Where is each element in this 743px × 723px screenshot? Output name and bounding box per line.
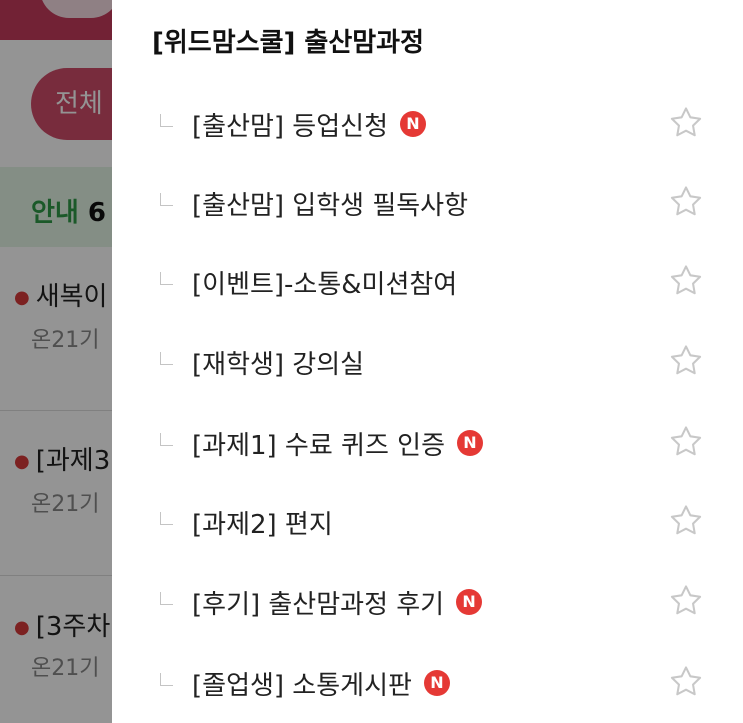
tree-branch-icon (160, 673, 173, 686)
board-label: [졸업생] 소통게시판 (192, 670, 412, 701)
favorite-star-icon[interactable] (667, 582, 705, 620)
board-menu-item[interactable]: [출산맘] 등업신청 N (112, 84, 743, 164)
board-menu-item[interactable]: [과제2] 편지 (112, 482, 743, 562)
board-menu-item[interactable]: [후기] 출산맘과정 후기 N (112, 562, 743, 642)
favorite-star-icon[interactable] (667, 423, 705, 461)
tree-branch-icon (160, 512, 173, 525)
favorite-star-icon[interactable] (667, 104, 705, 142)
tree-branch-icon (160, 114, 173, 127)
tree-branch-icon (160, 352, 173, 365)
favorite-star-icon[interactable] (667, 342, 705, 380)
board-label-wrap: [재학생] 강의실 (192, 344, 364, 380)
board-menu-item[interactable]: [재학생] 강의실 (112, 322, 743, 402)
side-drawer: [위드맘스쿨] 출산맘과정 [출산맘] 등업신청 N [출산맘] 입학생 필독사항 [… (112, 0, 743, 723)
favorite-star-icon[interactable] (667, 663, 705, 701)
board-label-wrap: [후기] 출산맘과정 후기 N (192, 584, 483, 620)
board-label-wrap: [출산맘] 등업신청 N (192, 106, 426, 142)
board-label-wrap: [졸업생] 소통게시판 N (192, 665, 450, 701)
tree-branch-icon (160, 193, 173, 206)
board-label: [출산맘] 입학생 필독사항 (192, 190, 469, 221)
board-label-wrap: [이벤트]-소통&미션참여 (192, 264, 457, 300)
board-menu-item[interactable]: [졸업생] 소통게시판 N (112, 643, 743, 723)
board-label: [재학생] 강의실 (192, 349, 365, 380)
favorite-star-icon[interactable] (667, 502, 705, 540)
new-badge-icon: N (423, 670, 450, 696)
new-badge-icon: N (456, 589, 483, 615)
board-menu-item[interactable]: [과제1] 수료 퀴즈 인증 N (112, 403, 743, 483)
new-badge-icon: N (400, 111, 426, 137)
favorite-star-icon[interactable] (667, 183, 705, 221)
tree-branch-icon (160, 272, 173, 285)
board-label-wrap: [과제1] 수료 퀴즈 인증 N (192, 425, 483, 461)
favorite-star-icon[interactable] (667, 262, 705, 300)
board-label: [이벤트]-소통&미션참여 (192, 269, 458, 300)
board-menu-item[interactable]: [이벤트]-소통&미션참여 (112, 242, 743, 322)
board-label-wrap: [과제2] 편지 (192, 504, 333, 540)
new-badge-icon: N (456, 430, 483, 456)
board-label: [과제1] 수료 퀴즈 인증 (192, 430, 445, 461)
board-label: [후기] 출산맘과정 후기 (192, 589, 445, 620)
board-label: [출산맘] 등업신청 (192, 111, 388, 142)
tree-branch-icon (160, 433, 173, 446)
board-menu-item[interactable]: [출산맘] 입학생 필독사항 (112, 163, 743, 243)
tree-branch-icon (160, 592, 173, 605)
board-label: [과제2] 편지 (192, 509, 333, 540)
drawer-title: [위드맘스쿨] 출산맘과정 (152, 28, 425, 58)
board-label-wrap: [출산맘] 입학생 필독사항 (192, 185, 468, 221)
